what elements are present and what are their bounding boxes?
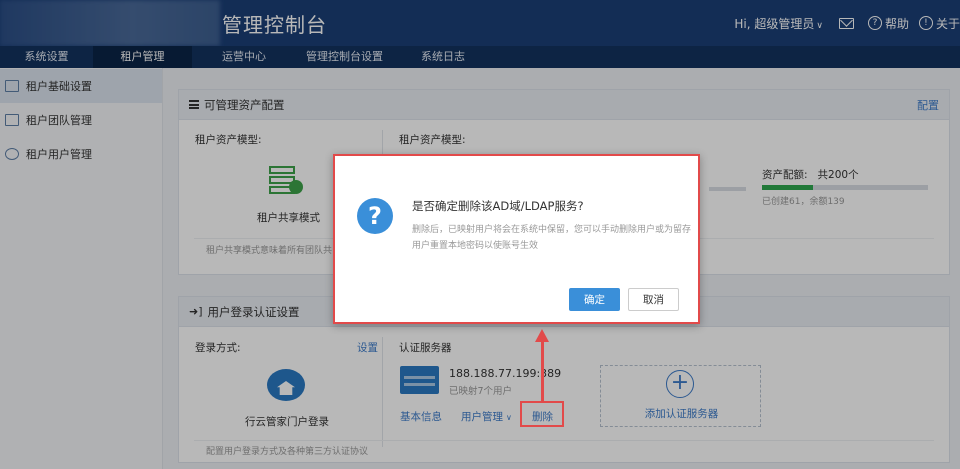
dialog-title: 是否确定删除该AD域/LDAP服务? (412, 199, 584, 213)
annotation-arrow-head (535, 329, 549, 342)
confirm-delete-dialog: ? 是否确定删除该AD域/LDAP服务? 删除后，已映射用户将会在系统中保留，您… (333, 154, 700, 324)
highlight-box (520, 401, 564, 427)
dialog-description: 删除后，已映射用户将会在系统中保留，您可以手动删除用户或为留存用户重置本地密码以… (412, 225, 692, 251)
annotation-arrow-shaft (541, 340, 544, 401)
cancel-button[interactable]: 取消 (628, 288, 679, 311)
confirm-button[interactable]: 确定 (569, 288, 620, 311)
question-icon: ? (357, 198, 393, 234)
